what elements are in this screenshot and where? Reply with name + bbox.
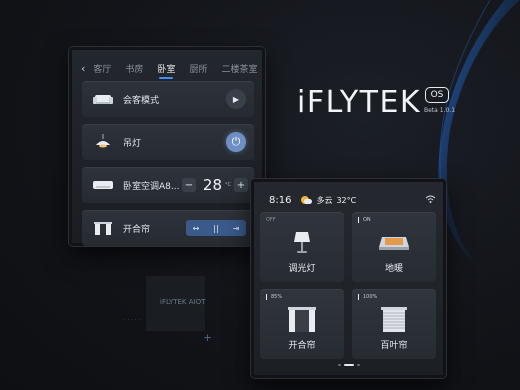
ac-label: 卧室空调A8... — [123, 181, 180, 192]
tab-kitchen[interactable]: 厨所 — [189, 62, 207, 75]
curtain-close-button[interactable]: ⇥ — [226, 224, 246, 233]
tile-state: OFF — [266, 217, 276, 223]
ceiling-light-row[interactable]: 吊灯 ⏻ — [82, 124, 254, 160]
page-dot-active[interactable] — [344, 364, 354, 366]
temperature-unit: °C — [225, 182, 231, 188]
version-label: Beta 1.0.1 — [424, 107, 456, 114]
room-control-panel: ‹ 客厅 书房 卧室 厨所 二楼茶室 会客模式 ▶ 吊灯 ⏻ 卧室空调A8...… — [69, 47, 265, 246]
wifi-icon — [425, 195, 436, 206]
pendant-lamp-icon — [92, 134, 114, 150]
brand-logo: iFLYTEK — [297, 85, 422, 120]
decorative-dots: ····· — [124, 317, 142, 323]
os-badge: OS — [425, 87, 449, 103]
play-button[interactable]: ▶ — [226, 89, 246, 109]
curtain-controls: ↔ || ⇥ — [186, 220, 246, 236]
page-dot[interactable] — [338, 364, 341, 366]
sofa-icon — [92, 91, 114, 107]
device-dashboard-panel: 8:16 多云 32°C OFF 调光灯 ON 地暖 85% 开合帘 100% … — [251, 179, 446, 378]
tab-tearoom[interactable]: 二楼茶室 — [221, 62, 257, 75]
weather-text: 多云 — [316, 195, 333, 205]
scene-label: 会客模式 — [123, 95, 160, 106]
tile-label: 地暖 — [384, 264, 403, 274]
curtain-label: 开合帘 — [123, 224, 151, 235]
blinds-icon — [380, 306, 408, 338]
tile-label: 百叶帘 — [380, 341, 408, 351]
partly-cloudy-icon — [301, 195, 313, 205]
ceiling-light-label: 吊灯 — [123, 138, 142, 149]
tab-living-room[interactable]: 客厅 — [93, 62, 111, 75]
back-chevron-icon[interactable]: ‹ — [81, 62, 85, 75]
decorative-plus-icon: + — [203, 331, 213, 344]
tab-bedroom[interactable]: 卧室 — [157, 62, 175, 79]
curtain-icon — [287, 306, 317, 338]
tab-study[interactable]: 书房 — [125, 62, 143, 75]
curtain-row[interactable]: 开合帘 ↔ || ⇥ — [82, 210, 254, 246]
status-bar: 8:16 多云 32°C — [269, 193, 436, 207]
tile-dimmer-lamp[interactable]: OFF 调光灯 — [260, 212, 344, 282]
temperature-minus-button[interactable]: − — [181, 178, 196, 192]
page-dot[interactable] — [357, 364, 360, 366]
table-lamp-icon — [289, 229, 315, 259]
clock-time: 8:16 — [269, 194, 292, 206]
curtain-pause-button[interactable]: || — [206, 224, 226, 233]
temperature-plus-button[interactable]: + — [234, 178, 248, 192]
room-tabs: ‹ 客厅 书房 卧室 厨所 二楼茶室 — [81, 61, 265, 79]
curtain-icon — [92, 220, 114, 236]
temperature-stepper: − 28 °C + — [181, 176, 248, 194]
scene-row[interactable]: 会客模式 ▶ — [82, 81, 254, 117]
tile-label: 调光灯 — [288, 264, 316, 274]
ac-row[interactable]: 卧室空调A8... − 28 °C + — [82, 167, 254, 203]
air-conditioner-icon — [92, 177, 114, 193]
aiot-label: iFLYTEK AIOT — [160, 298, 206, 306]
tile-state: 85% — [266, 294, 282, 300]
tile-blinds[interactable]: 100% 百叶帘 — [352, 289, 436, 359]
curtain-open-button[interactable]: ↔ — [186, 224, 206, 233]
floor-heater-icon — [378, 229, 410, 257]
power-button[interactable]: ⏻ — [226, 132, 246, 152]
tile-label: 开合帘 — [288, 341, 316, 351]
tile-state: ON — [358, 217, 371, 223]
tile-state: 100% — [358, 294, 377, 300]
tile-floor-heating[interactable]: ON 地暖 — [352, 212, 436, 282]
temperature-value: 28 — [202, 176, 222, 194]
tile-curtain[interactable]: 85% 开合帘 — [260, 289, 344, 359]
outdoor-temperature: 32°C — [336, 195, 357, 205]
